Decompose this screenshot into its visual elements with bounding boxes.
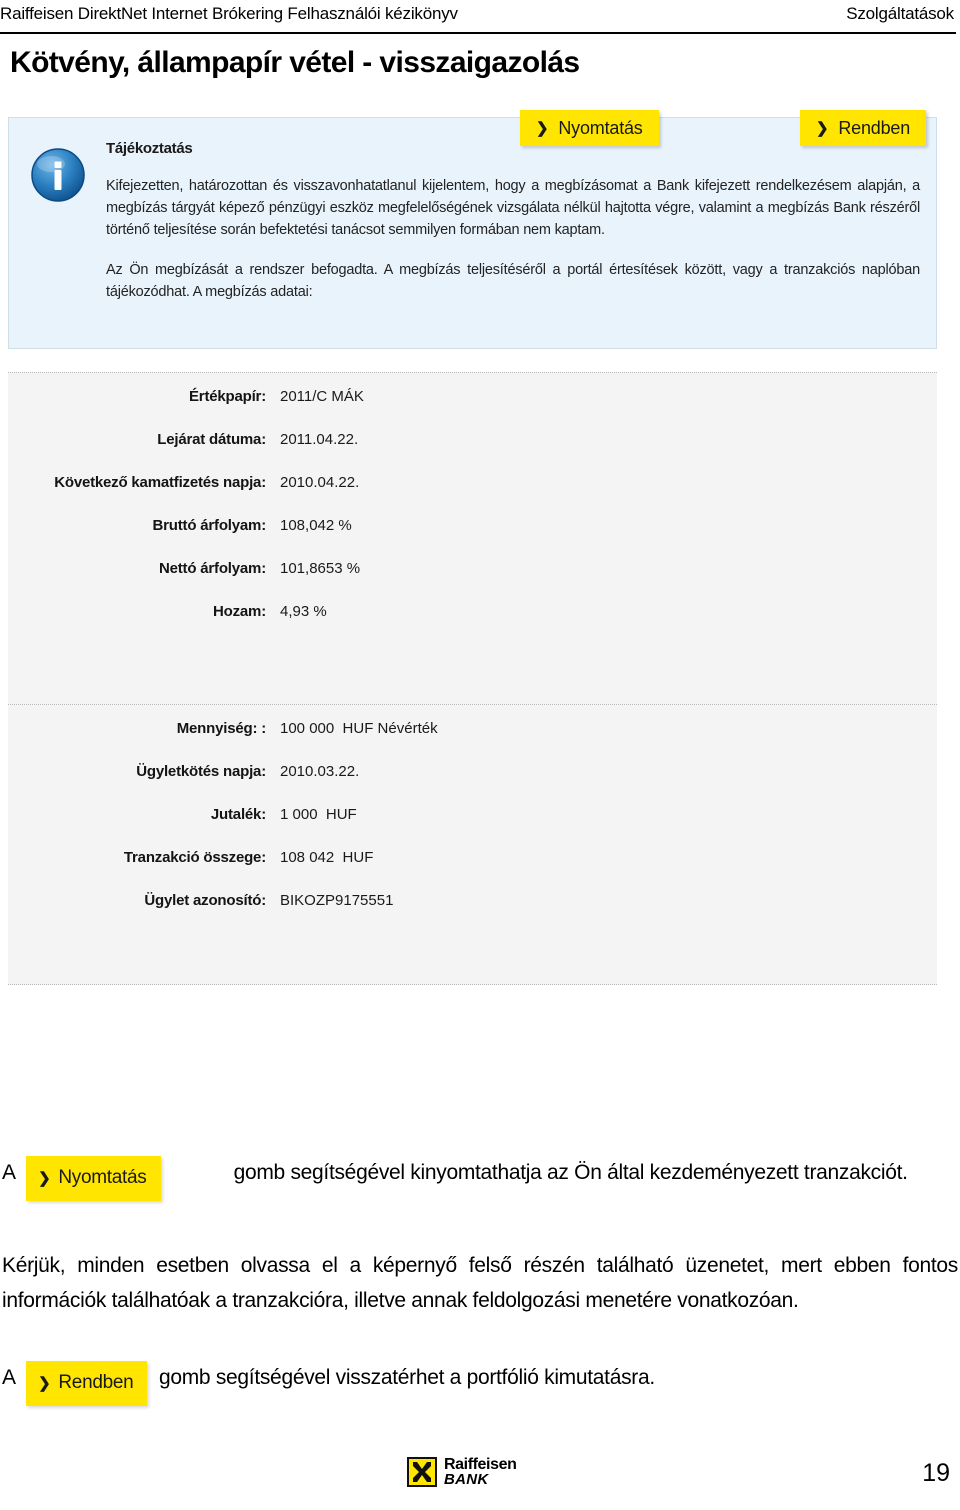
detail-value: 1 000 HUF [280, 806, 357, 823]
page-title: Kötvény, állampapír vétel - visszaigazol… [10, 46, 580, 79]
detail-row: Tranzakció összege: 108 042 HUF [8, 847, 937, 868]
detail-value: 108 042 HUF [280, 849, 374, 866]
panel-divider-middle [8, 704, 937, 705]
detail-label: Bruttó árfolyam: [152, 517, 267, 534]
detail-label: Tranzakció összege: [123, 849, 266, 866]
application-screenshot: Tájékoztatás Kifejezetten, határozottan … [0, 110, 960, 1110]
detail-row: Nettó árfolyam: 101,8653 % [8, 558, 937, 579]
detail-row: Hozam: 4,93 % [8, 601, 937, 622]
page-number: 19 [922, 1459, 950, 1487]
ok-button-label: Rendben [838, 117, 911, 138]
detail-row: Értékpapír: 2011/C MÁK [8, 386, 937, 407]
detail-row: Ügyletkötés napja: 2010.03.22. [8, 761, 937, 782]
detail-row: Következő kamatfizetés napja: 2010.04.22… [8, 472, 937, 493]
info-notice-paragraph-2: Az Ön megbízását a rendszer befogadta. A… [106, 262, 920, 300]
detail-row: Bruttó árfolyam: 108,042 % [8, 515, 937, 536]
explanation-suffix: gomb segítségével visszatérhet a portfól… [158, 1366, 655, 1389]
detail-label: Értékpapír: [189, 388, 266, 405]
detail-value: 108,042 % [280, 517, 352, 534]
detail-group-security: Értékpapír: 2011/C MÁK Lejárat dátuma: 2… [8, 386, 937, 622]
explanation-paragraph-print: A ❯ Nyomtatás gomb segítségével kinyomtat… [2, 1155, 958, 1201]
detail-label: Hozam: [213, 603, 266, 620]
explanation-suffix: gomb segítségével kinyomtathatja az Ön á… [233, 1161, 908, 1184]
info-notice-body: Tájékoztatás Kifejezetten, határozottan … [106, 140, 920, 303]
print-button-label: Nyomtatás [558, 117, 643, 138]
header-section-title: Szolgáltatások [846, 4, 954, 23]
explanation-paragraph-ok: A ❯ Rendben gomb segítségével visszatérhe… [2, 1360, 958, 1406]
panel-divider-top [8, 372, 937, 373]
detail-label: Lejárat dátuma: [157, 431, 266, 448]
detail-value: 101,8653 % [280, 560, 361, 577]
transaction-details-panel: Értékpapír: 2011/C MÁK Lejárat dátuma: 2… [8, 372, 937, 985]
chevron-right-icon: ❯ [816, 120, 829, 137]
page-running-header: Raiffeisen DirektNet Internet Brókering … [0, 4, 956, 34]
inline-print-button-label: Nyomtatás [58, 1167, 147, 1188]
info-notice-panel: Tájékoztatás Kifejezetten, határozottan … [8, 117, 937, 349]
panel-divider-bottom [8, 984, 937, 985]
detail-value: BIKOZP9175551 [280, 892, 394, 909]
detail-value: 2010.03.22. [280, 763, 360, 780]
logo-line-1: Raiffeisen [444, 1456, 517, 1473]
detail-value: 2010.04.22. [280, 474, 360, 491]
raiffeisen-bank-logo: Raiffeisen BANK [407, 1456, 517, 1488]
chevron-right-icon: ❯ [38, 1375, 51, 1392]
info-notice-paragraph-1: Kifejezetten, határozottan és visszavonh… [106, 178, 920, 238]
detail-label: Mennyiség: : [176, 720, 266, 737]
detail-value: 4,93 % [280, 603, 327, 620]
header-manual-title: Raiffeisen DirektNet Internet Brókering … [0, 4, 458, 23]
print-button[interactable]: ❯ Nyomtatás [520, 110, 659, 146]
page-footer: Raiffeisen BANK 19 [0, 1455, 960, 1505]
ok-button[interactable]: ❯ Rendben [800, 110, 927, 146]
explanation-paragraph-message: Kérjük, minden esetben olvassa el a képe… [2, 1254, 958, 1312]
detail-row: Mennyiség: : 100 000 HUF Névérték [8, 718, 937, 739]
raiffeisen-gable-cross-icon [407, 1457, 437, 1487]
detail-value: 2011/C MÁK [280, 388, 364, 405]
detail-row: Ügylet azonosító: BIKOZP9175551 [8, 890, 937, 911]
inline-ok-button-label: Rendben [58, 1372, 134, 1393]
chevron-right-icon: ❯ [536, 120, 549, 137]
detail-group-order: Mennyiség: : 100 000 HUF Névérték Ügylet… [8, 718, 937, 911]
raiffeisen-logo-text: Raiffeisen BANK [444, 1456, 517, 1488]
explanation-prefix: A [2, 1161, 15, 1184]
detail-value: 2011.04.22. [280, 431, 359, 448]
detail-label: Ügylet azonosító: [144, 892, 266, 909]
inline-print-button[interactable]: ❯ Nyomtatás [26, 1156, 161, 1201]
inline-ok-button[interactable]: ❯ Rendben [26, 1361, 148, 1406]
detail-label: Ügyletkötés napja: [136, 763, 266, 780]
detail-row: Lejárat dátuma: 2011.04.22. [8, 429, 937, 450]
chevron-right-icon: ❯ [38, 1170, 51, 1187]
detail-label: Nettó árfolyam: [158, 560, 266, 577]
detail-row: Jutalék: 1 000 HUF [8, 804, 937, 825]
detail-label: Következő kamatfizetés napja: [54, 474, 266, 491]
explanation-prefix: A [2, 1366, 15, 1389]
info-notice-title: Tájékoztatás [106, 140, 193, 157]
detail-label: Jutalék: [210, 806, 266, 823]
logo-line-2: BANK [444, 1471, 489, 1488]
detail-value: 100 000 HUF Névérték [280, 720, 438, 737]
info-icon [31, 148, 85, 202]
